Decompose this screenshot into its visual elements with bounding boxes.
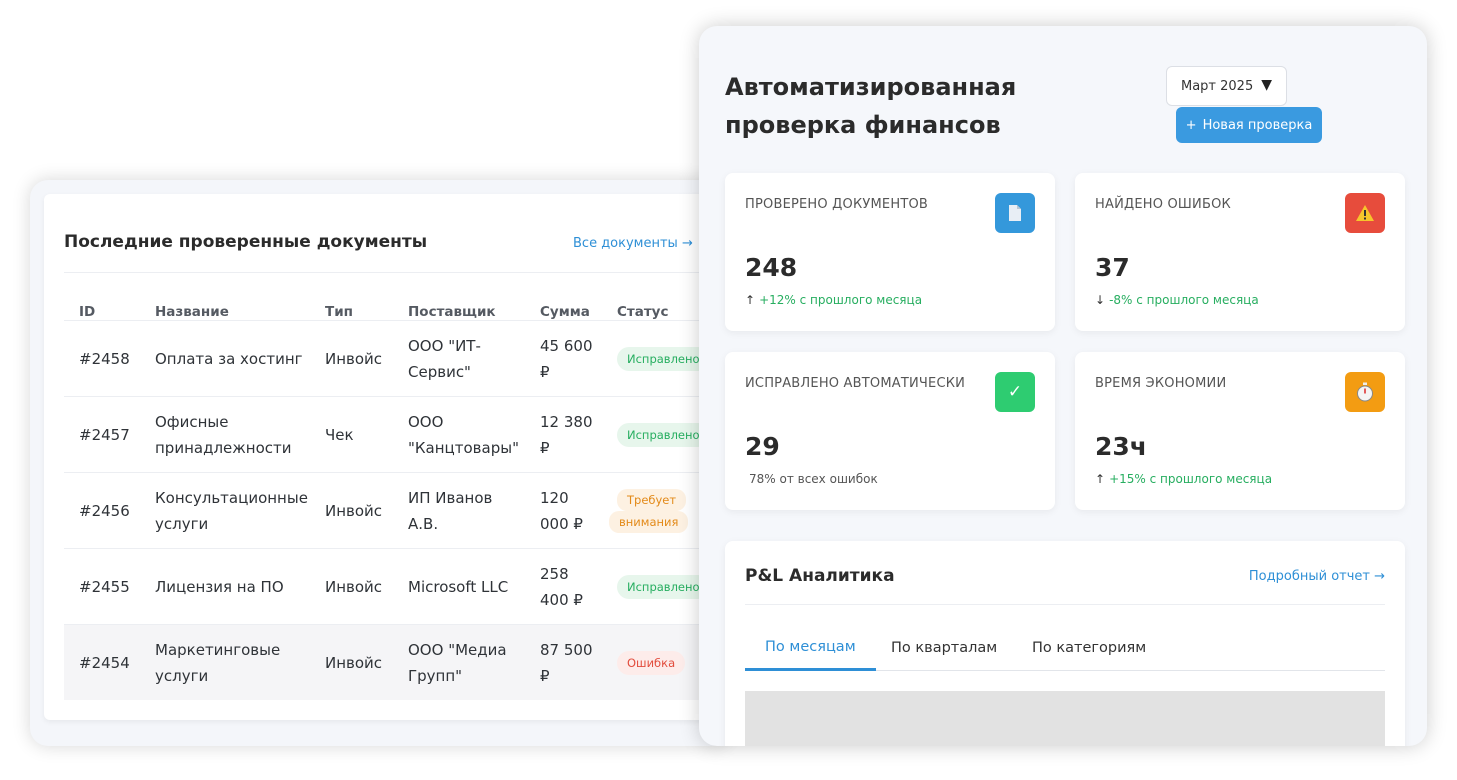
row-type: Чек [325, 426, 354, 444]
column-header-amount[interactable]: Сумма [540, 304, 590, 320]
stat-value: 37 [1095, 253, 1130, 282]
row-name: Оплата за хостинг [155, 350, 303, 368]
row-name: Консультационные услуги [155, 489, 308, 533]
tab-by-category[interactable]: По категориям [1032, 625, 1146, 671]
pl-divider [745, 604, 1385, 605]
stat-label: ВРЕМЯ ЭКОНОМИИ [1095, 376, 1227, 391]
column-header-id[interactable]: ID [79, 304, 95, 320]
column-header-vendor[interactable]: Поставщик [408, 304, 496, 320]
stat-change: ↑ +12% с прошлого месяца [745, 293, 923, 307]
detailed-report-link[interactable]: Подробный отчет → [1249, 569, 1385, 584]
status-badge: Исправлено [617, 575, 710, 599]
documents-title: Последние проверенные документы [64, 232, 428, 252]
row-type: Инвойс [325, 350, 383, 368]
stat-change: ↓ -8% с прошлого месяца [1095, 293, 1259, 307]
row-status: Требует внимания [609, 473, 689, 549]
stat-card-auto-fixed: ИСПРАВЛЕНО АВТОМАТИЧЕСКИ ✓ 29 78% от все… [725, 352, 1055, 510]
new-check-button[interactable]: + Новая проверка [1176, 107, 1322, 143]
tab-by-quarter[interactable]: По кварталам [891, 625, 997, 671]
status-badge-line1: Требует [617, 489, 687, 511]
row-amount: 12 380 ₽ [540, 413, 593, 457]
dashboard-window: Автоматизированная проверка финансов Мар… [699, 26, 1427, 746]
table-row[interactable]: #2457 Офисные принадлежности Чек ООО "Ка… [64, 396, 730, 472]
row-id: #2456 [79, 502, 130, 520]
status-badge-line2: внимания [609, 511, 689, 533]
table-row[interactable]: #2456 Консультационные услуги Инвойс ИП … [64, 472, 730, 548]
pl-title: P&L Аналитика [745, 566, 895, 586]
caret-down-icon: ▼ [1261, 77, 1272, 93]
arrow-up-icon: ↑ [745, 293, 756, 307]
table-row[interactable]: #2454 Маркетинговые услуги Инвойс ООО "М… [64, 624, 730, 700]
stat-change: 78% от всех ошибок [749, 472, 878, 486]
new-check-label: Новая проверка [1202, 117, 1313, 133]
row-amount: 120 000 ₽ [540, 489, 583, 533]
check-icon: ✓ [995, 372, 1035, 412]
pl-tabs: По месяцам По кварталам По категориям [745, 625, 1385, 671]
row-status: Исправлено [617, 397, 710, 473]
arrow-up-icon: ↑ [1095, 472, 1106, 486]
status-badge: Требует внимания [609, 489, 689, 533]
row-id: #2458 [79, 350, 130, 368]
column-header-status[interactable]: Статус [617, 304, 668, 320]
stat-card-errors: НАЙДЕНО ОШИБОК 37 ↓ -8% с прошлого месяца [1075, 173, 1405, 331]
stat-card-time-saved: ВРЕМЯ ЭКОНОМИИ 23ч ↑ +15% с прошлого меся… [1075, 352, 1405, 510]
month-select-value: Март 2025 [1181, 78, 1254, 94]
row-amount: 87 500 ₽ [540, 641, 593, 685]
row-vendor: Microsoft LLC [408, 578, 509, 596]
row-amount: 258 400 ₽ [540, 565, 583, 609]
tab-by-month[interactable]: По месяцам [745, 625, 876, 671]
row-type: Инвойс [325, 654, 383, 672]
stat-value: 248 [745, 253, 798, 282]
row-vendor: ИП Иванов А.В. [408, 489, 493, 533]
row-status: Исправлено [617, 321, 710, 397]
row-status: Исправлено [617, 549, 710, 625]
status-badge: Исправлено [617, 347, 710, 371]
status-badge: Исправлено [617, 423, 710, 447]
column-header-name[interactable]: Название [155, 304, 229, 320]
all-documents-link[interactable]: Все документы → [573, 236, 693, 251]
row-amount: 45 600 ₽ [540, 337, 593, 381]
page-title: Автоматизированная проверка финансов [725, 73, 1017, 139]
month-select[interactable]: Март 2025 ▼ [1166, 66, 1287, 106]
stat-label: НАЙДЕНО ОШИБОК [1095, 197, 1231, 212]
row-name: Офисные принадлежности [155, 413, 292, 457]
row-type: Инвойс [325, 502, 383, 520]
stat-card-checked: ПРОВЕРЕНО ДОКУМЕНТОВ 248 ↑ +12% с прошлог… [725, 173, 1055, 331]
documents-window: Последние проверенные документы Все доку… [30, 180, 730, 746]
table-row[interactable]: #2458 Оплата за хостинг Инвойс ООО "ИТ-С… [64, 320, 730, 396]
row-name: Маркетинговые услуги [155, 641, 281, 685]
stat-change: ↑ +15% с прошлого месяца [1095, 472, 1273, 486]
plus-icon: + [1185, 117, 1197, 133]
stat-value: 29 [745, 432, 780, 461]
table-row[interactable]: #2455 Лицензия на ПО Инвойс Microsoft LL… [64, 548, 730, 624]
warning-icon [1345, 193, 1385, 233]
row-status: Ошибка [617, 625, 686, 701]
row-id: #2455 [79, 578, 130, 596]
column-header-type[interactable]: Тип [325, 304, 353, 320]
row-type: Инвойс [325, 578, 383, 596]
stat-value: 23ч [1095, 432, 1147, 461]
row-name: Лицензия на ПО [155, 578, 284, 596]
arrow-down-icon: ↓ [1095, 293, 1106, 307]
row-id: #2454 [79, 654, 130, 672]
chart-placeholder [745, 691, 1385, 746]
documents-divider [64, 272, 730, 273]
row-vendor: ООО "Канцтовары" [408, 413, 519, 457]
pl-analytics-card: P&L Аналитика Подробный отчет → По месяц… [725, 541, 1405, 746]
stat-label: ПРОВЕРЕНО ДОКУМЕНТОВ [745, 197, 929, 212]
stat-label: ИСПРАВЛЕНО АВТОМАТИЧЕСКИ [745, 376, 966, 391]
row-vendor: ООО "Медиа Групп" [408, 641, 507, 685]
stopwatch-icon [1345, 372, 1385, 412]
row-vendor: ООО "ИТ-Сервис" [408, 337, 481, 381]
row-id: #2457 [79, 426, 130, 444]
status-badge: Ошибка [617, 651, 686, 675]
documents-card: Последние проверенные документы Все доку… [44, 194, 730, 720]
document-icon [995, 193, 1035, 233]
